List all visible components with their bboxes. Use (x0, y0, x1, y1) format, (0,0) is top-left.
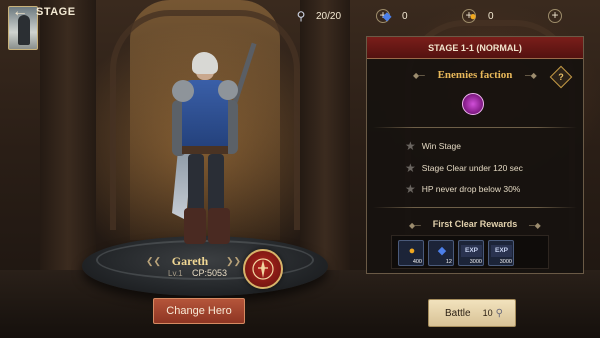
reward-count: 3000 (469, 259, 482, 265)
hero-combat-power: CP:5053 (192, 268, 228, 278)
key-icon: ⚲ (296, 9, 306, 23)
star-icon: ★ (405, 139, 416, 153)
name-ornament-right-icon: ❯❯ (226, 256, 242, 266)
objective-item: ★ Stage Clear under 120 sec (405, 161, 523, 175)
stage-info-panel: STAGE 1-1 (NORMAL) ◆─ Enemies faction ─◆… (366, 36, 584, 274)
change-hero-button[interactable]: Change Hero (153, 298, 245, 324)
divider (373, 207, 577, 208)
rewards-list: ● 400 ◆ 12 EXP 3000 EXP 3000 (391, 235, 549, 269)
stage-scene: ← STAGE ⚲ 20/20 + ◆ 0 + ● 0 + ❮❮ Gareth … (0, 0, 600, 338)
help-label: ? (558, 72, 564, 82)
battle-cost: 10 (482, 308, 493, 318)
hero-level: Lv.1 (168, 269, 183, 278)
exp-icon: EXP (461, 245, 482, 257)
key-icon: ⚲ (495, 307, 503, 319)
reward-count: 12 (445, 259, 452, 265)
resource-value: 0 (402, 10, 408, 22)
reward-count: 3000 (499, 259, 512, 265)
star-icon: ★ (405, 182, 416, 196)
panel-title: STAGE 1-1 (NORMAL) (367, 37, 583, 59)
gem-icon: ◆ (382, 9, 392, 23)
sword-emblem-icon (252, 258, 274, 280)
rewards-ornament-right-icon: ─◆ (529, 221, 541, 230)
battle-button[interactable]: Battle 10 ⚲ (428, 299, 516, 327)
resource-keys: ⚲ 20/20 + (292, 7, 390, 25)
battle-label: Battle (445, 307, 471, 319)
hero-model[interactable] (150, 40, 260, 260)
resource-gems: ◆ 0 + (378, 7, 476, 25)
hero-name: Gareth (171, 254, 209, 268)
star-icon: ★ (405, 161, 416, 175)
exp-icon: EXP (491, 245, 512, 257)
reward-gem[interactable]: ◆ 12 (428, 240, 454, 266)
hero-faction-icon[interactable] (243, 249, 283, 289)
back-arrow-icon[interactable]: ← (12, 4, 30, 20)
objective-item: ★ HP never drop below 30% (405, 182, 520, 196)
title-ornament-right-icon: ─◆ (525, 71, 537, 80)
gold-icon: ● (469, 9, 477, 23)
divider (373, 127, 577, 128)
page-title: STAGE (36, 6, 76, 18)
background-pillar (40, 0, 96, 280)
reward-exp[interactable]: EXP 3000 (488, 240, 514, 266)
add-gold-button[interactable]: + (548, 9, 562, 23)
resource-value: 0 (488, 10, 494, 22)
first-clear-rewards-label: First Clear Rewards (432, 219, 518, 229)
objective-label: HP never drop below 30% (421, 184, 521, 194)
reward-gold[interactable]: ● 400 (398, 240, 424, 266)
top-bar: ← STAGE ⚲ 20/20 + ◆ 0 + ● 0 + (0, 0, 600, 50)
background-pillar (300, 0, 350, 280)
reward-exp[interactable]: EXP 3000 (458, 240, 484, 266)
objective-item: ★ Win Stage (405, 139, 461, 153)
enemy-faction-icon[interactable] (462, 93, 484, 115)
gem-icon: ◆ (437, 245, 447, 257)
gold-icon: ● (408, 245, 416, 257)
objective-label: Stage Clear under 120 sec (421, 163, 523, 173)
resource-gold: ● 0 + (464, 7, 562, 25)
reward-count: 400 (412, 259, 422, 265)
objective-label: Win Stage (421, 141, 461, 151)
resource-value: 20/20 (316, 10, 342, 22)
